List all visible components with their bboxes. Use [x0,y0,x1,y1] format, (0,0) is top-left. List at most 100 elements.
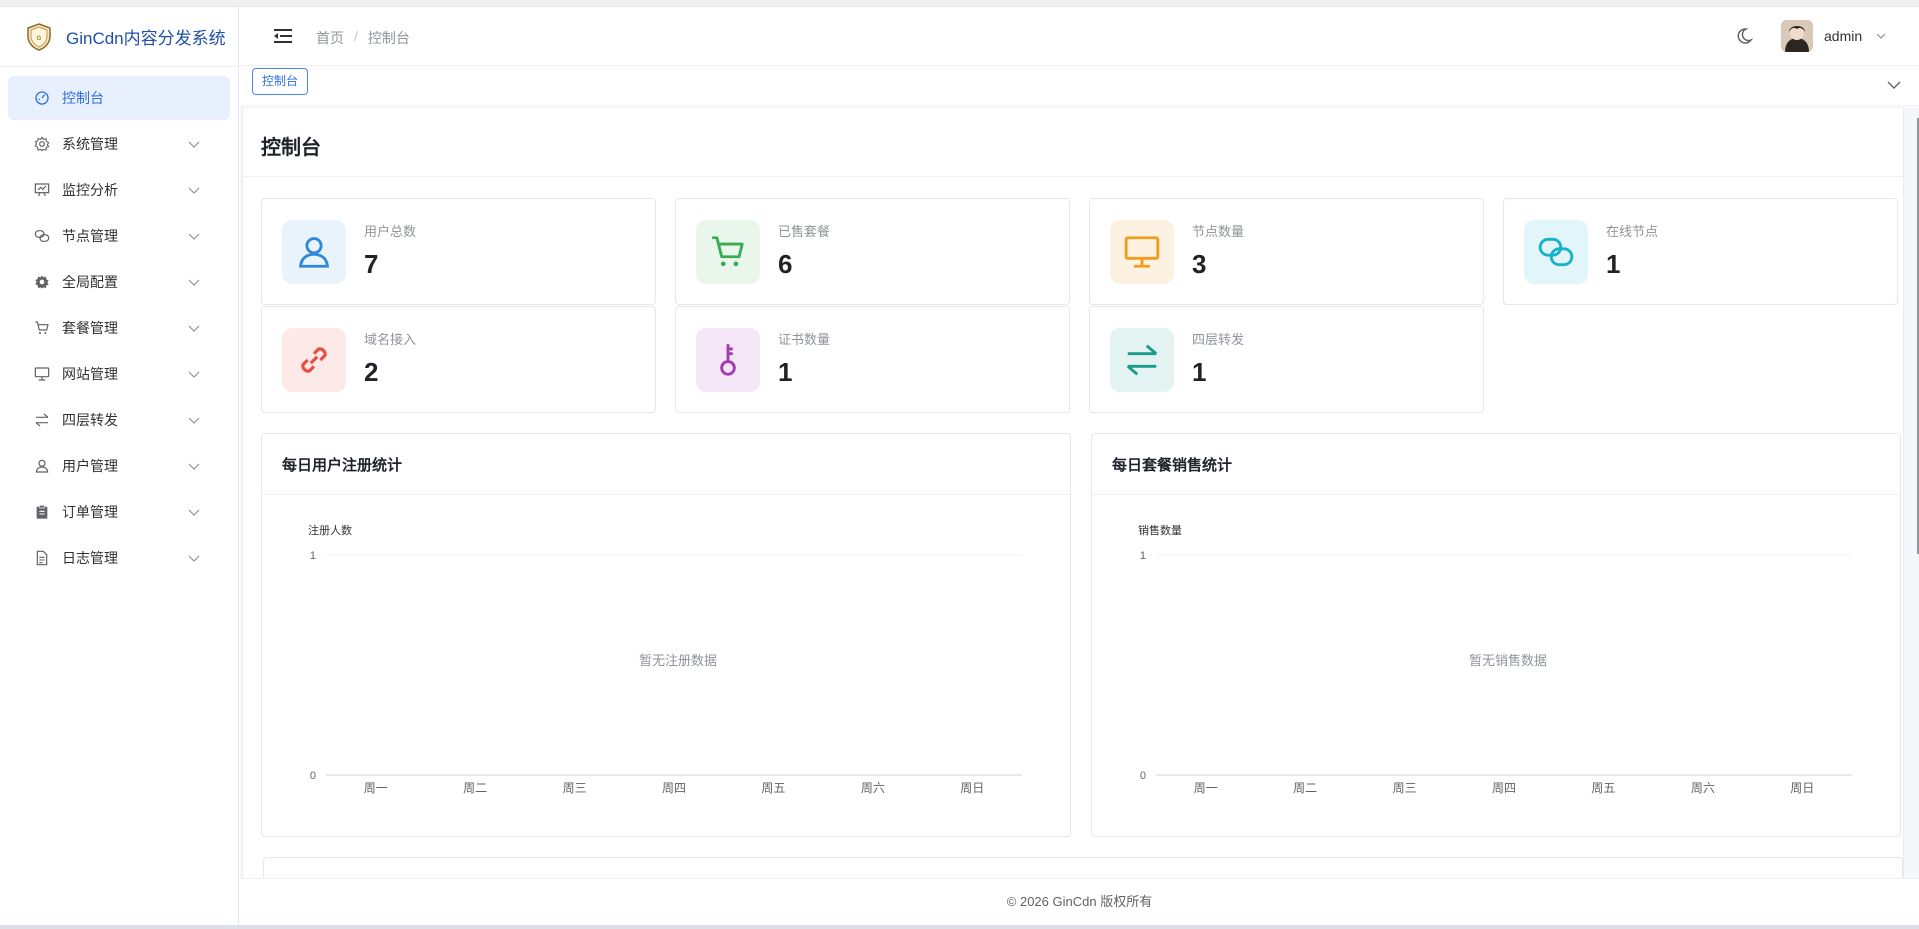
stat-value: 1 [1606,249,1621,279]
sidebar-item[interactable]: 日志管理 [8,536,230,580]
tags-view-bar: 控制台 [240,66,1919,106]
y-tick-label: 1 [1140,550,1146,562]
sidebar-item[interactable]: 网站管理 [8,352,230,396]
x-tick-label: 周四 [662,781,686,795]
x-tick-label: 周二 [1293,781,1317,795]
dashboard-panel: 控制台 用户总数 7 已售套餐 6 节点数量 3 在线节点 1 域名接入 2 证书数量 1 四层转发 1 … [242,107,1904,878]
window-top-strip [0,0,1919,7]
chevron-down-icon[interactable] [188,460,200,472]
main-content: 控制台 用户总数 7 已售套餐 6 节点数量 3 在线节点 1 域名接入 2 证书数量 1 四层转发 1 … [240,107,1919,878]
cart-icon [696,220,760,284]
empty-data-text: 暂无注册数据 [639,653,717,668]
sidebar-item[interactable]: 节点管理 [8,214,230,258]
sidebar-item[interactable]: 订单管理 [8,490,230,534]
dashboard-icon [34,90,50,106]
stat-card: 域名接入 2 [261,306,656,413]
sidebar-item[interactable]: 用户管理 [8,444,230,488]
document-icon [34,550,50,566]
x-tick-label: 周六 [861,781,885,795]
chevron-down-icon[interactable] [188,230,200,242]
avatar[interactable] [1781,20,1813,52]
sales-chart: 销售数量 0 1 周一 周二 周三 周四 周五 周六 周日 暂无销售数据 [1138,523,1852,795]
sidebar-item-label: 监控分析 [62,182,118,198]
y-tick-label: 1 [310,550,316,562]
sidebar: G GinCdn内容分发系统 控制台系统管理监控分析节点管理全局配置套餐管理网站… [0,7,239,925]
chain-link-icon [282,328,346,392]
stat-label: 已售套餐 [778,224,831,239]
sidebar-item-label: 用户管理 [62,458,118,474]
stat-label: 四层转发 [1192,332,1245,347]
chevron-down-icon[interactable] [188,368,200,380]
chevron-down-icon[interactable] [188,322,200,334]
sidebar-item-label: 网站管理 [62,366,118,382]
monitor-chart-icon [34,182,50,198]
x-tick-label: 周五 [761,781,785,795]
chevron-down-icon[interactable] [188,552,200,564]
cog-filled-icon [34,274,50,290]
sidebar-item[interactable]: 系统管理 [8,122,230,166]
dark-mode-toggle-icon[interactable] [1735,27,1753,45]
chevron-down-icon[interactable] [188,276,200,288]
x-tick-label: 周六 [1691,781,1715,795]
breadcrumb-current: 控制台 [367,30,410,46]
x-tick-label: 周一 [364,781,388,795]
sidebar-item[interactable]: 监控分析 [8,168,230,212]
sidebar-item-label: 控制台 [62,90,104,106]
cart-icon [34,320,50,336]
x-tick-label: 周五 [1591,781,1615,795]
shield-logo-icon: G [27,22,51,51]
stat-value: 6 [778,249,793,279]
x-tick-label: 周二 [463,781,487,795]
chart-title: 每日用户注册统计 [282,457,403,474]
empty-data-text: 暂无销售数据 [1469,653,1547,668]
sidebar-item-label: 节点管理 [62,228,118,244]
page-title: 控制台 [261,137,321,159]
clipboard-icon [34,504,50,520]
registration-chart: 注册人数 0 1 周一 周二 周三 周四 周五 周六 周日 暂无注册数据 [308,523,1022,795]
y-tick-label: 0 [310,770,316,782]
collapse-menu-icon[interactable] [274,28,292,44]
sidebar-item-label: 全局配置 [62,274,118,290]
app-root: G GinCdn内容分发系统 控制台 系统管理 监控分析 节点管理 全局配置 套餐管理 网站… [0,0,1919,929]
breadcrumb-separator: / [354,28,358,44]
content-card [263,857,1903,878]
stat-card: 已售套餐 6 [675,198,1070,305]
y-tick-label: 0 [1140,770,1146,782]
y-axis-label: 注册人数 [308,523,352,537]
x-tick-label: 周四 [1492,781,1516,795]
stat-label: 用户总数 [364,224,417,239]
sidebar-item[interactable]: 四层转发 [8,398,230,442]
logo[interactable]: G GinCdn内容分发系统 [0,7,238,67]
monitor-icon [34,366,50,382]
window-bottom-strip [0,925,1919,929]
x-tick-label: 周日 [960,781,984,795]
sidebar-item[interactable]: 全局配置 [8,260,230,304]
stat-label: 证书数量 [778,332,831,347]
chevron-down-icon[interactable] [1876,31,1886,41]
app-title: GinCdn内容分发系统 [66,29,226,48]
stat-value: 7 [364,249,379,279]
x-tick-label: 周三 [563,781,587,795]
sidebar-menu: 控制台系统管理监控分析节点管理全局配置套餐管理网站管理四层转发用户管理订单管理日… [0,67,238,580]
tag-dashboard[interactable]: 控制台 [252,68,309,95]
svg-text:G: G [37,36,42,42]
chevron-down-icon[interactable] [188,184,200,196]
chevron-down-icon[interactable] [1887,80,1901,90]
sidebar-item-label: 四层转发 [62,412,118,428]
sidebar-item[interactable]: 控制台 [8,76,230,120]
chevron-down-icon[interactable] [188,506,200,518]
registration-chart-card: 每日用户注册统计 注册人数 0 1 周一 周二 周三 周四 周五 周六 周日 暂无注册数据 [261,433,1071,837]
stat-card: 在线节点 1 [1503,198,1898,305]
x-tick-label: 周日 [1790,781,1814,795]
chart-title: 每日套餐销售统计 [1112,457,1233,474]
top-header: 首页 / 控制台 admin [240,7,1919,66]
username[interactable]: admin [1824,28,1862,44]
chevron-down-icon[interactable] [188,138,200,150]
sidebar-item[interactable]: 套餐管理 [8,306,230,350]
x-tick-label: 周一 [1194,781,1218,795]
sidebar-item-label: 日志管理 [62,550,118,566]
stat-label: 节点数量 [1192,224,1245,239]
key-icon [696,328,760,392]
chevron-down-icon[interactable] [188,414,200,426]
breadcrumb-home[interactable]: 首页 [316,28,344,48]
